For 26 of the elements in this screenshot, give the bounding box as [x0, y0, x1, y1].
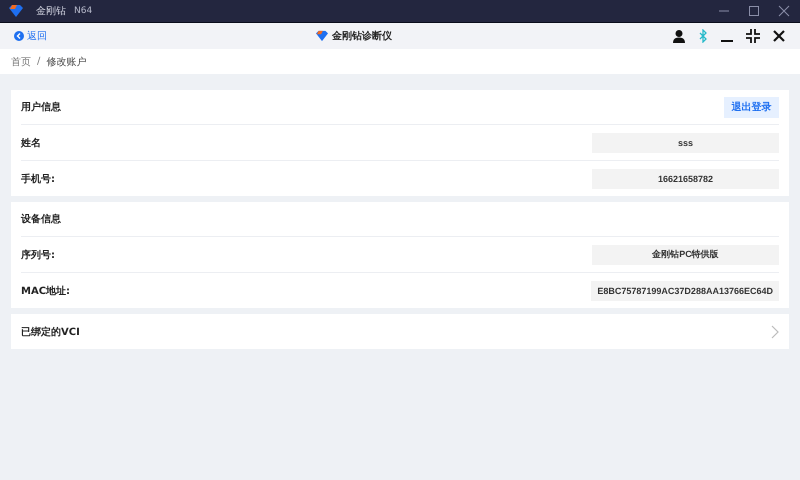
exit-fullscreen-icon[interactable] [746, 29, 760, 43]
back-button[interactable]: 返回 [14, 29, 47, 43]
breadcrumb-item[interactable]: 修改账户 [46, 54, 86, 68]
maximize-icon[interactable] [748, 5, 760, 17]
section-title[interactable]: 已绑定的VCI [21, 324, 80, 338]
field-value: 16621658782 [592, 168, 779, 188]
field-value: 金刚钻PC特供版 [592, 244, 779, 264]
breadcrumb-separator: / [37, 56, 40, 67]
field-value: E8BC75787199AC37D288AA13766EC64D [591, 280, 779, 300]
diamond-logo-icon [8, 4, 24, 18]
user-icon[interactable] [672, 29, 686, 43]
logout-button[interactable]: 退出登录 [724, 96, 779, 118]
window-title: 金刚钻 [36, 5, 66, 18]
field-label: 姓名 [21, 136, 41, 150]
field-label: MAC地址: [21, 284, 70, 298]
chevron-left-icon [14, 31, 24, 41]
section-title: 设备信息 [21, 212, 61, 226]
app-title: 金刚钻诊断仪 [332, 30, 392, 43]
field-label: 序列号: [21, 248, 55, 262]
section-title: 用户信息 [21, 100, 61, 114]
model-label: N64 [74, 6, 92, 16]
close-icon[interactable] [772, 29, 786, 43]
breadcrumb-item[interactable]: 首页 [11, 54, 31, 68]
diamond-logo-icon [315, 30, 329, 42]
field-value: sss [592, 132, 779, 152]
field-label: 手机号: [21, 172, 55, 186]
